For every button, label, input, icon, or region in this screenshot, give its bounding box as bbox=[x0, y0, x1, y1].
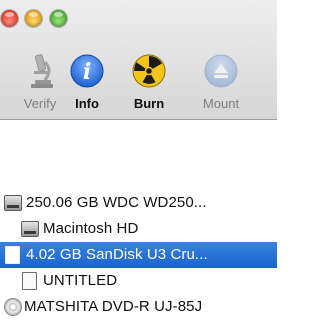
device-item-label: Macintosh HD bbox=[43, 220, 139, 237]
burn-label: Burn bbox=[133, 96, 165, 111]
device-item-macintosh-hd[interactable]: Macintosh HD bbox=[0, 216, 277, 242]
optical-disc-icon bbox=[4, 298, 22, 316]
mount-label: Mount bbox=[202, 96, 240, 111]
info-label: Info bbox=[75, 96, 99, 111]
hard-disk-icon bbox=[4, 195, 22, 211]
svg-text:i: i bbox=[83, 59, 91, 85]
device-item-wdc-disk[interactable]: 250.06 GB WDC WD250... bbox=[0, 190, 277, 216]
mount-button[interactable]: Mount bbox=[186, 52, 256, 116]
device-item-label: UNTITLED bbox=[43, 272, 118, 289]
toolbar: Verify i Info Burn Mount bbox=[0, 0, 277, 120]
device-item-sandisk[interactable]: 4.02 GB SanDisk U3 Cru... bbox=[0, 242, 277, 268]
info-button[interactable]: i Info bbox=[54, 52, 120, 116]
hard-disk-icon bbox=[21, 221, 39, 237]
close-window-button[interactable] bbox=[1, 10, 18, 27]
device-item-dvd-drive[interactable]: MATSHITA DVD-R UJ-85J bbox=[0, 294, 277, 320]
eject-icon bbox=[204, 54, 238, 88]
external-volume-icon bbox=[5, 246, 20, 264]
info-icon: i bbox=[70, 54, 104, 88]
radiation-icon bbox=[132, 54, 166, 88]
device-item-label: 4.02 GB SanDisk U3 Cru... bbox=[26, 246, 208, 263]
minimize-window-button[interactable] bbox=[25, 10, 42, 27]
device-item-label: MATSHITA DVD-R UJ-85J bbox=[24, 298, 203, 315]
burn-button[interactable]: Burn bbox=[118, 52, 180, 116]
device-item-label: 250.06 GB WDC WD250... bbox=[26, 194, 207, 211]
device-item-untitled[interactable]: UNTITLED bbox=[0, 268, 277, 294]
volume-icon bbox=[22, 272, 37, 290]
zoom-window-button[interactable] bbox=[50, 10, 67, 27]
